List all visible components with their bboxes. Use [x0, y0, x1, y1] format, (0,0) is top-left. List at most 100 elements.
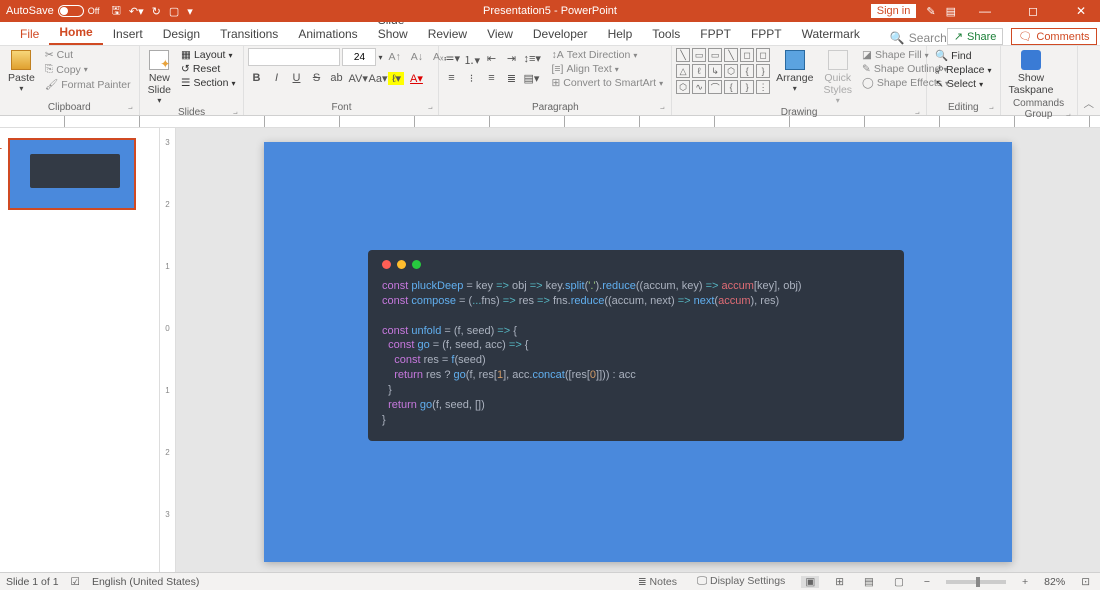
code-content: const pluckDeep = key => obj => key.spli… — [382, 279, 890, 427]
fit-to-window-button[interactable]: ⊡ — [1077, 576, 1094, 588]
text-direction-button[interactable]: ↕AText Direction▾ — [547, 48, 667, 62]
font-name-input[interactable] — [248, 48, 340, 66]
search-box[interactable]: 🔍 Search — [890, 31, 947, 45]
slide-canvas[interactable]: const pluckDeep = key => obj => key.spli… — [176, 128, 1100, 572]
select-icon: ↖ — [935, 78, 944, 90]
zoom-level[interactable]: 82% — [1044, 576, 1065, 588]
code-block[interactable]: const pluckDeep = key => obj => key.spli… — [368, 250, 904, 441]
indent-left-button[interactable]: ⇤ — [483, 52, 499, 68]
share-button[interactable]: ↗ Share — [947, 28, 1004, 45]
collapse-ribbon-button[interactable]: ︿ — [1078, 96, 1100, 115]
font-size-input[interactable] — [342, 48, 376, 66]
tab-help[interactable]: Help — [598, 23, 643, 45]
reading-view-button[interactable]: ▤ — [860, 576, 878, 588]
startfrombeginning-icon[interactable]: ▢ — [169, 5, 179, 18]
layout-button[interactable]: ▦Layout▾ — [177, 48, 239, 62]
display-settings-button[interactable]: 🖵 Display Settings — [693, 575, 789, 588]
format-painter-button[interactable]: 🖌Format Painter — [41, 77, 135, 92]
copy-button[interactable]: ⎘Copy▾ — [41, 62, 135, 77]
quickstyles-icon — [828, 50, 848, 70]
tab-transitions[interactable]: Transitions — [210, 23, 288, 45]
new-slide-button[interactable]: ✦ New Slide▾ — [144, 48, 175, 107]
comments-button[interactable]: 🗨 Comments — [1011, 28, 1096, 45]
smartart-button[interactable]: ⊞Convert to SmartArt▾ — [547, 76, 667, 90]
ribbon-display-icon[interactable]: ▤ — [946, 5, 956, 18]
save-icon[interactable]: 🖫 — [112, 2, 121, 21]
tab-insert[interactable]: Insert — [103, 23, 153, 45]
undo-icon[interactable]: ↶▾ — [129, 5, 144, 18]
signin-button[interactable]: Sign in — [871, 4, 917, 18]
italic-button[interactable]: I — [268, 72, 284, 85]
numbering-button[interactable]: ⒈▾ — [463, 52, 479, 68]
tab-tools[interactable]: Tools — [642, 23, 690, 45]
bucket-icon: ◪ — [862, 49, 872, 61]
notes-button[interactable]: ≣ Notes — [634, 576, 681, 588]
slide[interactable]: const pluckDeep = key => obj => key.spli… — [264, 142, 1012, 562]
find-button[interactable]: 🔍Find — [931, 48, 995, 63]
indent-right-button[interactable]: ⇥ — [503, 52, 519, 68]
minimize-button[interactable]: — — [966, 0, 1004, 22]
slide-count[interactable]: Slide 1 of 1 — [6, 576, 59, 588]
close-button[interactable]: ✕ — [1062, 0, 1100, 22]
spellcheck-icon[interactable]: ☑ — [71, 576, 80, 588]
paste-button[interactable]: Paste▾ — [4, 48, 39, 95]
autosave-toggle[interactable]: AutoSave Off — [6, 5, 100, 17]
columns-button[interactable]: ▤▾ — [523, 72, 539, 85]
zoom-out-button[interactable]: − — [920, 576, 934, 588]
increase-font-icon[interactable]: A↑ — [385, 50, 405, 64]
decrease-font-icon[interactable]: A↓ — [407, 50, 427, 64]
tab-animations[interactable]: Animations — [288, 23, 367, 45]
align-center-button[interactable]: ⁝ — [463, 72, 479, 85]
tab-fppt2[interactable]: FPPT — [741, 23, 792, 45]
tab-home[interactable]: Home — [49, 21, 102, 45]
shapes-gallery[interactable]: ╲▭▭╲◻◻ △ℓ↳⬡{} ⬡∿⌒{}⋮ — [676, 48, 770, 94]
bullets-button[interactable]: ≔▾ — [443, 52, 459, 68]
pen-icon[interactable]: ✎ — [926, 5, 935, 18]
shadow-button[interactable]: ab — [328, 72, 344, 85]
maximize-button[interactable]: ◻ — [1014, 0, 1052, 22]
quick-styles-button[interactable]: Quick Styles▾ — [819, 48, 856, 107]
redo-icon[interactable]: ↻ — [152, 5, 161, 18]
language-status[interactable]: English (United States) — [92, 576, 199, 588]
show-taskpane-button[interactable]: Show Taskpane — [1005, 48, 1058, 98]
search-placeholder: Search — [909, 31, 947, 45]
underline-button[interactable]: U — [288, 72, 304, 85]
reset-button[interactable]: ↺Reset — [177, 62, 239, 76]
section-button[interactable]: ☰Section▾ — [177, 76, 239, 90]
pen-icon: ✎ — [862, 63, 871, 75]
highlight-button[interactable]: ℓ▾ — [388, 72, 404, 85]
align-text-button[interactable]: [≡]Align Text▾ — [547, 62, 667, 76]
align-left-button[interactable]: ≡ — [443, 72, 459, 85]
arrange-button[interactable]: Arrange▾ — [772, 48, 817, 95]
replace-button[interactable]: ₐᵇReplace▾ — [931, 63, 995, 77]
textdir-icon: ↕A — [551, 49, 563, 61]
tab-file[interactable]: File — [10, 23, 49, 45]
tab-fppt1[interactable]: FPPT — [690, 23, 741, 45]
tab-design[interactable]: Design — [153, 23, 210, 45]
spacing-button[interactable]: AV▾ — [348, 72, 364, 85]
group-drawing: ╲▭▭╲◻◻ △ℓ↳⬡{} ⬡∿⌒{}⋮ Arrange▾ Quick Styl… — [672, 46, 927, 115]
case-button[interactable]: Aa▾ — [368, 72, 384, 85]
zoom-in-button[interactable]: + — [1018, 576, 1032, 588]
align-right-button[interactable]: ≡ — [483, 72, 499, 85]
tab-watermark[interactable]: Watermark — [792, 23, 870, 45]
cut-button[interactable]: ✂Cut — [41, 48, 135, 62]
effects-icon: ◯ — [862, 77, 874, 89]
aligntext-icon: [≡] — [551, 63, 563, 75]
justify-button[interactable]: ≣ — [503, 72, 519, 85]
strike-button[interactable]: S — [308, 72, 324, 85]
zoom-slider[interactable] — [946, 580, 1006, 584]
bold-button[interactable]: B — [248, 72, 264, 85]
tab-view[interactable]: View — [477, 23, 523, 45]
font-color-button[interactable]: A▾ — [408, 72, 424, 85]
normal-view-button[interactable]: ▣ — [801, 576, 819, 588]
tab-review[interactable]: Review — [418, 23, 477, 45]
tab-developer[interactable]: Developer — [523, 23, 598, 45]
qat-more-icon[interactable]: ▾ — [187, 5, 193, 18]
slide-thumbnail-1[interactable]: 1 — [8, 138, 136, 210]
line-spacing-button[interactable]: ↕≡▾ — [523, 52, 539, 68]
sorter-view-button[interactable]: ⊞ — [831, 576, 848, 588]
search-icon: 🔍 — [890, 31, 905, 45]
slideshow-view-button[interactable]: ▢ — [890, 576, 908, 588]
select-button[interactable]: ↖Select▾ — [931, 77, 995, 91]
